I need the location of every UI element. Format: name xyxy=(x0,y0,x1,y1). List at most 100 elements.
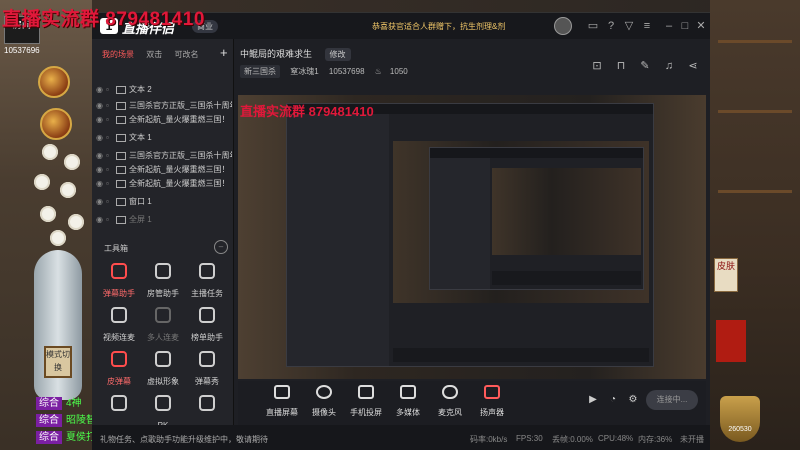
tool-danmaku-assistant[interactable]: 弹幕助手 xyxy=(96,263,142,305)
shirt-icon[interactable]: ▽ xyxy=(622,19,636,33)
eye-icon[interactable]: ◉ xyxy=(96,131,106,145)
maximize-icon[interactable]: □ xyxy=(678,19,692,33)
category-chip[interactable]: 新三国杀 xyxy=(240,65,280,78)
stream-title-row: 中鲲局的艰难求生 修改 xyxy=(240,47,351,61)
timer-icon[interactable]: ◔ xyxy=(606,393,620,407)
add-scene-button[interactable]: + xyxy=(220,45,228,60)
scene-item[interactable]: ◉ ▫ 全新起航_量火爆重燃三国！ xyxy=(96,113,232,127)
screen-capture-button[interactable]: 直播屏幕 xyxy=(258,385,306,420)
skin-danmaku-icon xyxy=(111,351,127,367)
monitor-icon xyxy=(274,385,290,399)
tool-room-manager[interactable]: 房管助手 xyxy=(140,263,186,305)
image-source-icon xyxy=(116,101,126,110)
combo-name: 4神 xyxy=(66,398,82,409)
scene-sidebar: 我的场景 双击 可改名 + ◉ ▫ 文本 2 ◉ ▫ 三国杀官方正版_三国杀十周年 ◉ ▫… xyxy=(92,39,234,430)
status-message: 礼物任务、点歌助手功能升级维护中，敬请期待 xyxy=(100,435,268,444)
hero-avatar-1 xyxy=(38,66,70,98)
combo-tag: 综合 xyxy=(36,431,62,444)
microphone-icon xyxy=(442,385,458,399)
scene-item[interactable]: ◉ ▫ 三国杀官方正版_三国杀十周年 xyxy=(96,99,232,113)
lock-icon[interactable]: ▫ xyxy=(106,131,116,145)
minimize-icon[interactable]: – xyxy=(662,19,676,33)
notice-banner: 恭喜获官适合人群赠下，抗生剂理&剂 xyxy=(372,22,506,31)
camera-button[interactable]: 摄像头 xyxy=(300,385,348,420)
scene-item[interactable]: ◉ ▫ 文本 1 xyxy=(96,131,232,145)
lock-icon[interactable]: ▫ xyxy=(106,213,116,227)
banner-decoration xyxy=(716,320,746,362)
microphone-button[interactable]: 麦克风 xyxy=(426,385,474,420)
scene-item[interactable]: ◉ ▫ 三国杀官方正版_三国杀十周年 xyxy=(96,149,232,163)
stream-watermark: 直播实流群 879481410 xyxy=(2,9,205,30)
eye-icon[interactable]: ◉ xyxy=(96,83,106,97)
stream-preview[interactable]: 直播实流群 879481410 xyxy=(238,95,706,379)
eye-icon[interactable]: ◉ xyxy=(96,113,106,127)
tab-my-scenes[interactable]: 我的场景 xyxy=(102,49,134,60)
stream-title: 中鲲局的艰难求生 xyxy=(240,49,313,59)
lock-icon[interactable]: ▫ xyxy=(106,149,116,163)
avatar-icon xyxy=(155,351,171,367)
share-icon[interactable]: ⋖ xyxy=(686,59,700,73)
settings-icon[interactable]: ⚙ xyxy=(626,393,640,407)
image-source-icon xyxy=(116,179,126,188)
nested-capture-1 xyxy=(286,103,654,367)
live-state: 未开播 xyxy=(680,435,704,444)
dropped-frames-readout: 丢帧:0.00% xyxy=(552,435,593,444)
danmaku-show-icon xyxy=(199,351,215,367)
menu-icon[interactable]: ≡ xyxy=(640,19,654,33)
share-screen-icon[interactable]: ⊡ xyxy=(590,59,604,73)
help-icon[interactable]: ? xyxy=(604,19,618,33)
scene-item[interactable]: ◉ ▫ 全新起航_量火爆重燃三国！ xyxy=(96,163,232,177)
eye-icon[interactable]: ◉ xyxy=(96,99,106,113)
mode-switch-plaque[interactable]: 模式切换 xyxy=(44,346,72,378)
lock-icon[interactable]: ▫ xyxy=(106,195,116,209)
download-icon xyxy=(199,395,215,411)
eye-icon[interactable]: ◉ xyxy=(96,149,106,163)
tool-virtual-avatar[interactable]: 虚拟形象 xyxy=(140,351,186,393)
tool-multi-link[interactable]: 多人连麦 xyxy=(140,307,186,349)
text-source-icon xyxy=(116,85,126,94)
user-avatar[interactable] xyxy=(554,17,572,35)
eye-icon[interactable]: ◉ xyxy=(96,195,106,209)
record-icon[interactable]: ▶ xyxy=(586,393,600,407)
tool-skin-danmaku[interactable]: 皮弹幕 xyxy=(96,351,142,393)
eye-icon[interactable]: ◉ xyxy=(96,177,106,191)
phone-cast-button[interactable]: 手机投屏 xyxy=(342,385,390,420)
tool-danmaku-show[interactable]: 弹幕秀 xyxy=(184,351,230,393)
tool-video-link[interactable]: 视频连麦 xyxy=(96,307,142,349)
lock-icon[interactable]: ▫ xyxy=(106,113,116,127)
close-icon[interactable]: ✕ xyxy=(694,19,708,33)
tool-host-tasks[interactable]: 主播任务 xyxy=(184,263,230,305)
message-icon[interactable]: ▭ xyxy=(586,19,600,33)
lock-icon[interactable]: ▫ xyxy=(106,163,116,177)
scene-tabs: 我的场景 双击 可改名 xyxy=(102,49,208,60)
pk-icon xyxy=(155,395,171,411)
tab-rename[interactable]: 可改名 xyxy=(174,49,198,60)
scene-item[interactable]: ◉ ▫ 全屏 1 xyxy=(96,213,232,227)
skin-badge[interactable]: 皮肤 xyxy=(714,258,738,292)
scene-item[interactable]: ◉ ▫ 文本 2 xyxy=(96,83,232,97)
eye-icon[interactable]: ◉ xyxy=(96,163,106,177)
scene-label: 全新起航_量火爆重燃三国！ xyxy=(129,115,230,124)
lock-icon[interactable]: ▫ xyxy=(106,177,116,191)
scene-label: 三国杀官方正版_三国杀十周年 xyxy=(129,151,232,160)
grid-icon xyxy=(111,395,127,411)
multimedia-button[interactable]: 多媒体 xyxy=(384,385,432,420)
speaker-button[interactable]: 扬声器 xyxy=(468,385,516,420)
live-companion-window: 1 直播伴侣 商业 恭喜获官适合人群赠下，抗生剂理&剂 ▭ ? ▽ ≡ – □ … xyxy=(92,12,710,450)
tool-leaderboard[interactable]: 榜单助手 xyxy=(184,307,230,349)
collapse-icon[interactable]: – xyxy=(214,240,228,254)
unlock-icon[interactable]: ⊓ xyxy=(614,59,628,73)
lock-icon[interactable]: ▫ xyxy=(106,99,116,113)
bell-icon[interactable]: ♫ xyxy=(662,59,676,73)
lock-icon[interactable]: ▫ xyxy=(106,83,116,97)
tab-double-click[interactable]: 双击 xyxy=(146,49,162,60)
eye-icon[interactable]: ◉ xyxy=(96,213,106,227)
edit-title-button[interactable]: 修改 xyxy=(324,48,351,61)
scene-item[interactable]: ◉ ▫ 窗口 1 xyxy=(96,195,232,209)
edit-icon[interactable]: ✎ xyxy=(638,59,652,73)
combo-tag: 综合 xyxy=(36,397,62,410)
control-bar: 直播屏幕 摄像头 手机投屏 多媒体 麦克风 扬声器 ▶ ◔ ⚙ 连接中... xyxy=(238,381,706,425)
go-live-button[interactable]: 连接中... xyxy=(646,390,698,410)
scene-item[interactable]: ◉ ▫ 全新起航_量火爆重燃三国！ xyxy=(96,177,232,191)
image-source-icon xyxy=(116,115,126,124)
